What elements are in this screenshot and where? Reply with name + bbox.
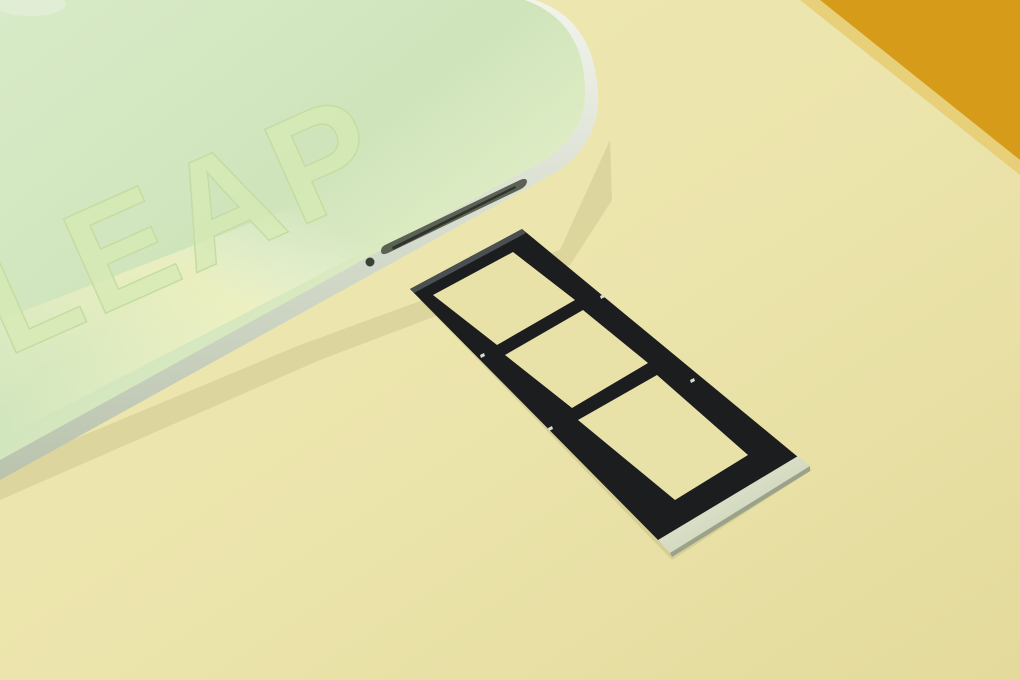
- sim-eject-pinhole: [365, 257, 375, 267]
- photo-canvas: LEAP: [0, 0, 1020, 680]
- product-photo-scene: LEAP: [0, 0, 1020, 680]
